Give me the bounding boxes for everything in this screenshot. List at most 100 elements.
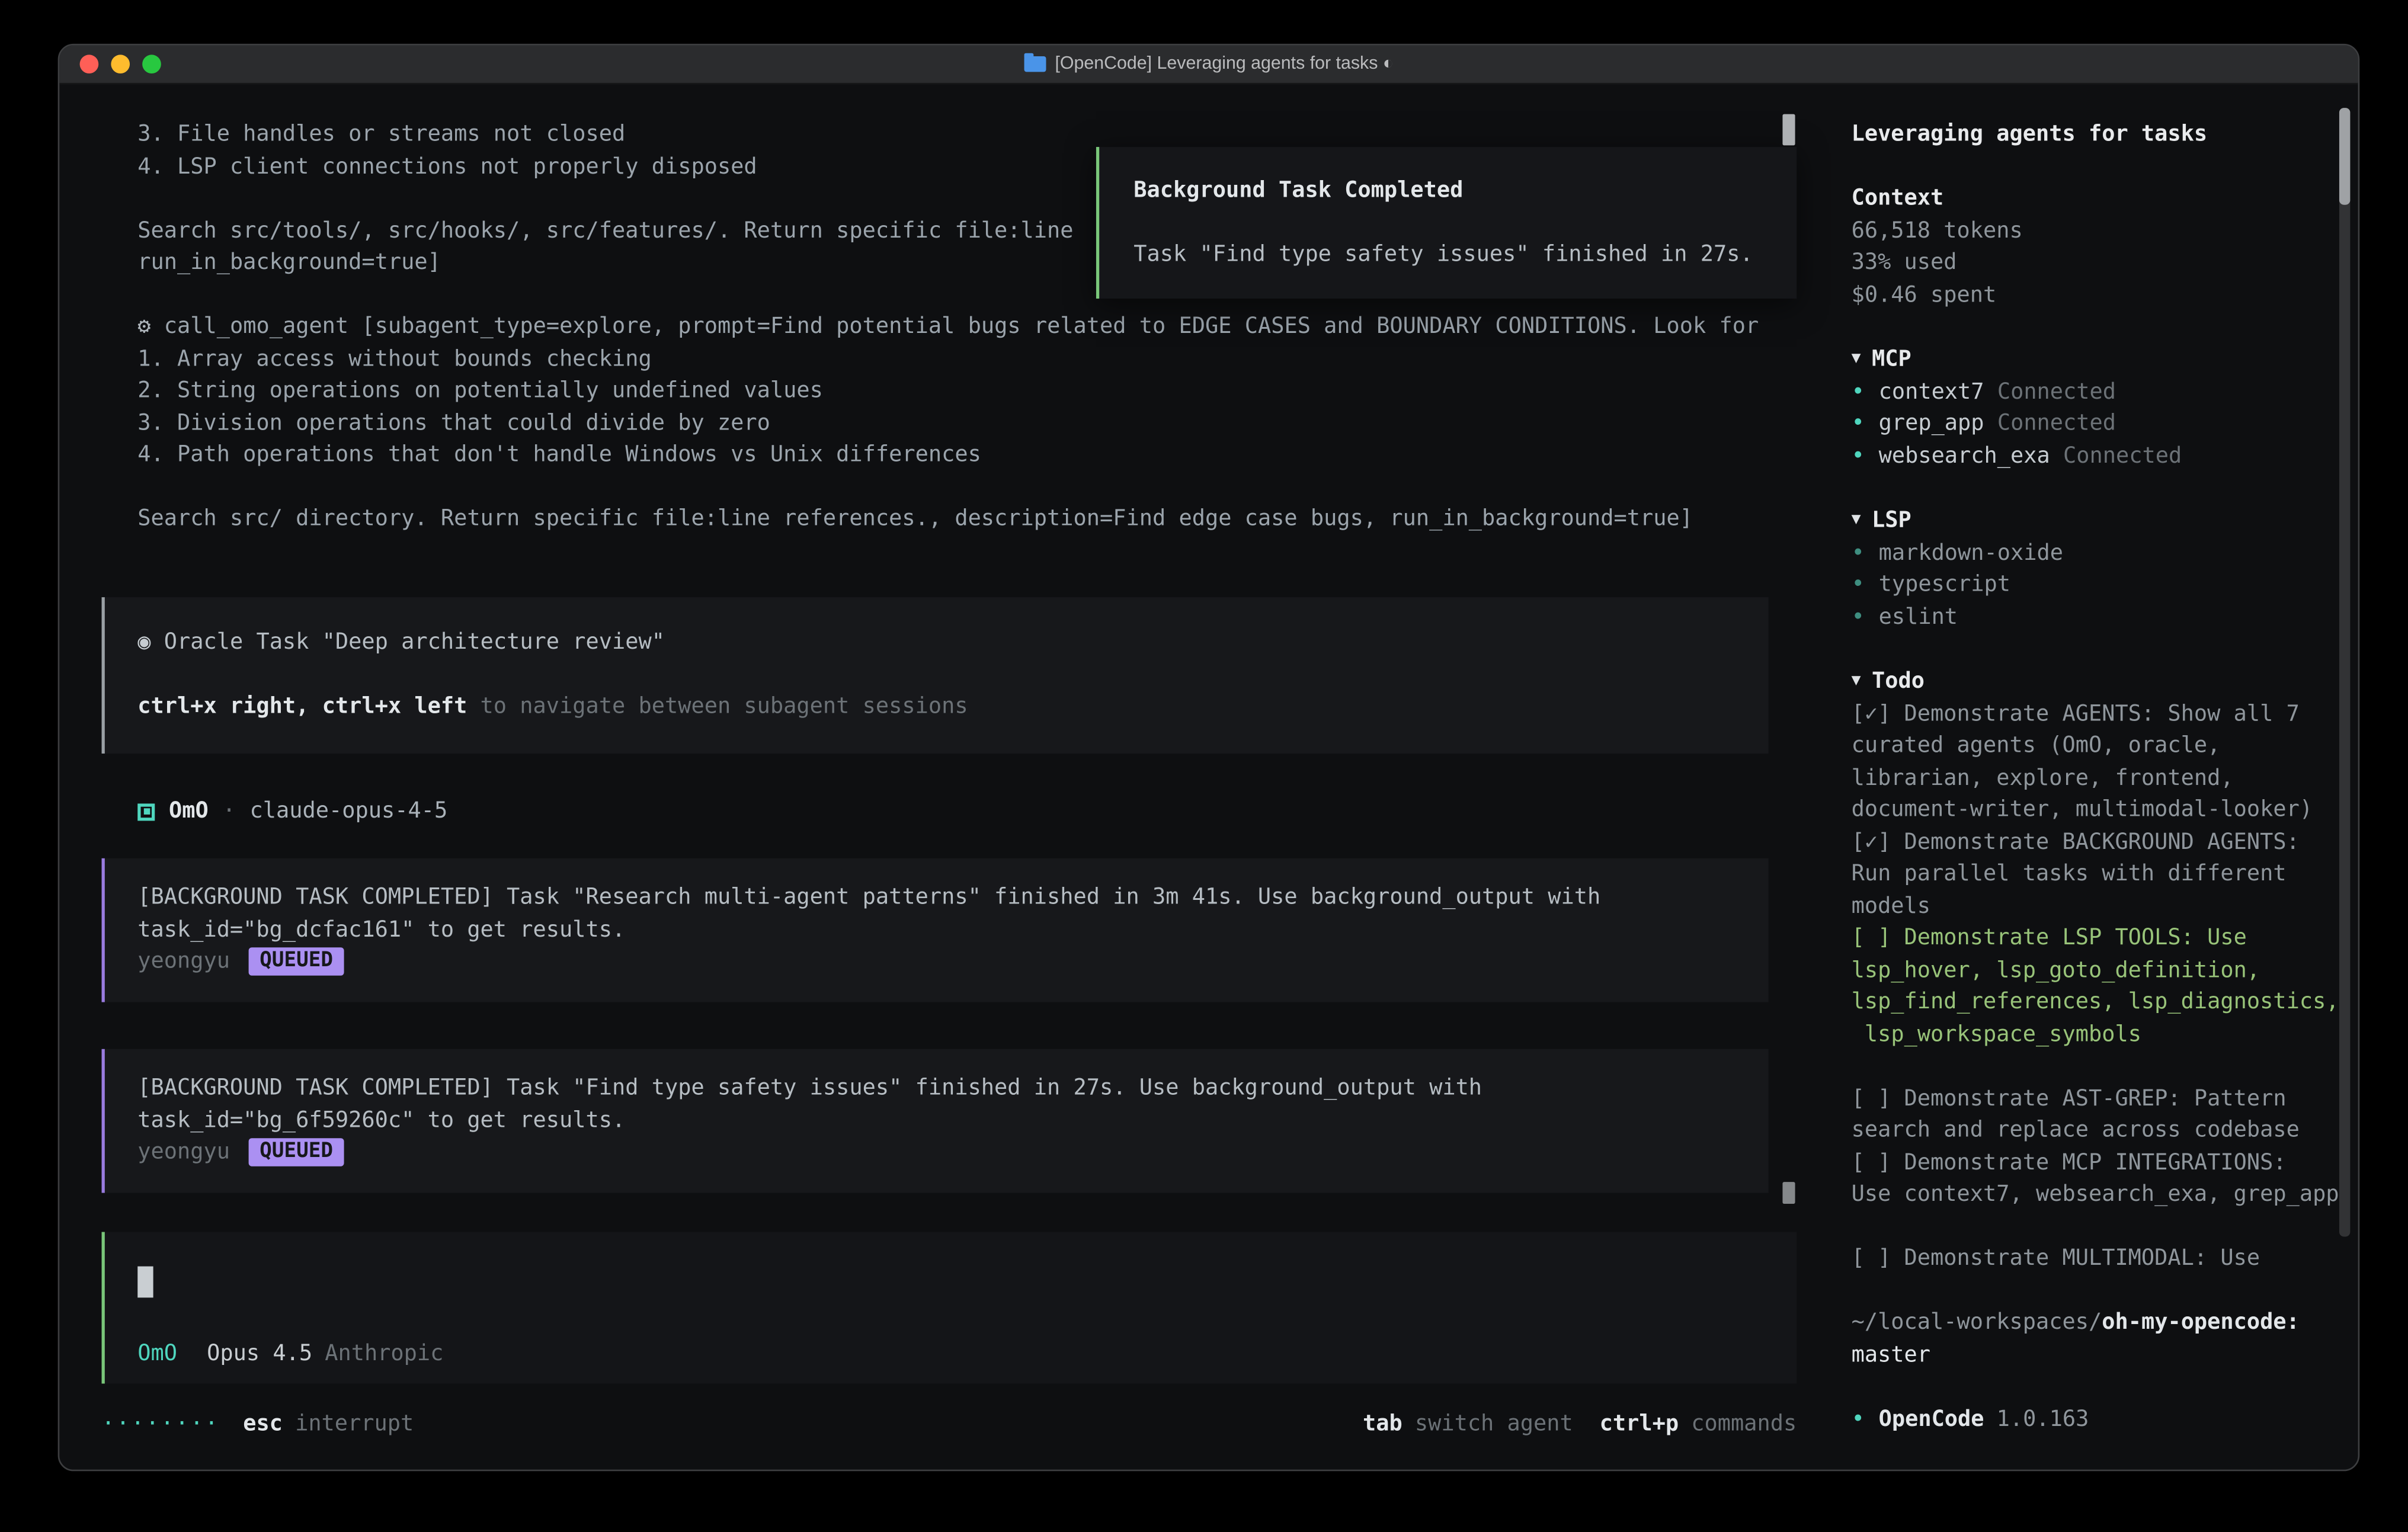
agent-header: OmO · claude-opus-4-5 <box>102 796 1813 828</box>
todo-section-header[interactable]: ▼Todo <box>1852 665 2343 698</box>
commands-key-hint-group: ctrl+p commands <box>1600 1409 1797 1441</box>
esc-key-label: interrupt <box>295 1409 414 1441</box>
input-model-label: Opus 4.5 <box>207 1338 312 1370</box>
activity-dots: ········ <box>102 1409 220 1441</box>
scrollbar-thumb[interactable] <box>1782 1182 1795 1204</box>
oracle-icon: ◉ <box>137 630 150 655</box>
context-heading: Context <box>1852 183 2343 215</box>
screen: [OpenCode] Leveraging agents for tasks ◐… <box>0 0 2408 1532</box>
agent-icon <box>137 803 155 821</box>
folder-icon <box>1024 56 1046 72</box>
message-text: [BACKGROUND TASK COMPLETED] Task "Resear… <box>137 882 1768 946</box>
app-version: 1.0.163 <box>1997 1406 2089 1431</box>
notification-body: Task "Find type safety issues" finished … <box>1133 239 1797 271</box>
bullet-icon: • <box>1852 1406 1865 1431</box>
bullet-icon: • <box>1852 572 1865 597</box>
tab-key-hint: tab <box>1363 1412 1402 1437</box>
todo-item: [ ] Demonstrate MULTIMODAL: Use <box>1852 1243 2343 1275</box>
todo-section: ▼Todo [✓] Demonstrate AGENTS: Show all 7… <box>1852 665 2343 1275</box>
input-agent-label: OmO <box>137 1338 177 1370</box>
window-body: 3. File handles or streams not closed 4.… <box>59 85 2358 1470</box>
gear-icon: ⚙ <box>137 314 150 339</box>
separator-dot: · <box>223 796 236 828</box>
context-tokens: 66,518 tokens <box>1852 215 2343 247</box>
mcp-item: •websearch_exa Connected <box>1852 440 2343 472</box>
shortcut-hint-text: to navigate between subagent sessions <box>467 694 968 719</box>
lsp-item: •markdown-oxide <box>1852 537 2343 569</box>
tab-key-label: switch agent <box>1415 1412 1573 1437</box>
lsp-section-header[interactable]: ▼LSP <box>1852 504 2343 537</box>
titlebar: [OpenCode] Leveraging agents for tasks ◐ <box>59 46 2358 85</box>
context-section: Context 66,518 tokens 33% used $0.46 spe… <box>1852 183 2343 311</box>
sidebar-footer: • OpenCode 1.0.163 <box>1852 1403 2343 1435</box>
app-name: OpenCode <box>1879 1406 1984 1431</box>
status-badge: QUEUED <box>249 948 344 976</box>
terminal-window: [OpenCode] Leveraging agents for tasks ◐… <box>58 44 2360 1471</box>
message-author: yeongyu <box>137 1137 230 1169</box>
log-line: 2. String operations on potentially unde… <box>102 375 1813 407</box>
text-cursor <box>137 1265 153 1297</box>
git-branch: master <box>1852 1339 2343 1371</box>
lsp-item: •eslint <box>1852 601 2343 633</box>
status-left: ········ esc interrupt <box>102 1409 414 1441</box>
status-bar: ········ esc interrupt tab switch agent c… <box>102 1409 1797 1441</box>
chevron-down-icon: ▼ <box>1852 511 1861 528</box>
window-title: [OpenCode] Leveraging agents for tasks ◐ <box>59 44 2358 84</box>
bullet-icon: • <box>1852 540 1865 565</box>
status-right: tab switch agent ctrl+p commands <box>1336 1409 1797 1441</box>
prompt-input[interactable]: OmO Opus 4.5 Anthropic <box>102 1231 1797 1383</box>
oracle-task-panel[interactable]: ◉ Oracle Task "Deep architecture review"… <box>102 597 1769 754</box>
log-line: 3. Division operations that could divide… <box>102 407 1813 439</box>
mcp-item: •grep_app Connected <box>1852 408 2343 440</box>
shortcut-keys: ctrl+x right, ctrl+x left <box>137 694 467 719</box>
tool-call-text: call_omo_agent [subagent_type=explore, p… <box>164 314 1759 339</box>
todo-item: [✓] Demonstrate AGENTS: Show all 7 curat… <box>1852 698 2343 826</box>
oracle-hint: ctrl+x right, ctrl+x left to navigate be… <box>137 691 1768 723</box>
scrollbar-thumb[interactable] <box>1782 114 1795 146</box>
context-spent: $0.46 spent <box>1852 279 2343 311</box>
window-title-text: [OpenCode] Leveraging agents for tasks ◐ <box>1055 44 1394 84</box>
todo-item: [ ] Demonstrate AST-GREP: Pattern search… <box>1852 1083 2343 1147</box>
oracle-task-title: ◉ Oracle Task "Deep architecture review" <box>137 627 1768 659</box>
commands-key-label: commands <box>1691 1412 1797 1437</box>
input-meta: OmO Opus 4.5 Anthropic <box>137 1338 1797 1370</box>
log-line: 3. File handles or streams not closed <box>102 119 1813 151</box>
todo-item: [✓] Demonstrate BACKGROUND AGENTS: Run p… <box>1852 826 2343 922</box>
bullet-icon: • <box>1852 604 1865 629</box>
bullet-icon: • <box>1852 379 1865 404</box>
chat-pane: 3. File handles or streams not closed 4.… <box>59 85 1812 1470</box>
tab-key-hint-group: tab switch agent <box>1363 1409 1573 1441</box>
mcp-section: ▼MCP •context7 Connected •grep_app Conne… <box>1852 343 2343 472</box>
input-provider-label: Anthropic <box>325 1338 443 1370</box>
log-line: Search src/ directory. Return specific f… <box>102 504 1813 536</box>
status-badge: QUEUED <box>249 1139 344 1167</box>
commands-key-hint: ctrl+p <box>1600 1412 1679 1437</box>
log-line: 4. Path operations that don't handle Win… <box>102 440 1813 472</box>
session-title: Leveraging agents for tasks <box>1852 119 2343 151</box>
todo-item: [ ] Demonstrate LSP TOOLS: Use lsp_hover… <box>1852 922 2343 1050</box>
notification-title: Background Task Completed <box>1133 175 1797 207</box>
context-used: 33% used <box>1852 247 2343 279</box>
esc-key-hint: esc <box>243 1409 283 1441</box>
bullet-icon: • <box>1852 411 1865 436</box>
agent-model: claude-opus-4-5 <box>250 796 448 828</box>
message-meta: yeongyu QUEUED <box>137 1137 1768 1169</box>
sidebar: Leveraging agents for tasks Context 66,5… <box>1813 85 2358 1470</box>
log-line: 1. Array access without bounds checking <box>102 343 1813 375</box>
message-text: [BACKGROUND TASK COMPLETED] Task "Find t… <box>137 1072 1768 1136</box>
chevron-down-icon: ▼ <box>1852 672 1861 690</box>
tool-call-line: ⚙ call_omo_agent [subagent_type=explore,… <box>102 311 1813 343</box>
bullet-icon: • <box>1852 443 1865 468</box>
lsp-section: ▼LSP •markdown-oxide •typescript •eslint <box>1852 504 2343 633</box>
message-card: [BACKGROUND TASK COMPLETED] Task "Resear… <box>102 857 1769 1002</box>
message-card: [BACKGROUND TASK COMPLETED] Task "Find t… <box>102 1048 1769 1193</box>
mcp-item: •context7 Connected <box>1852 376 2343 408</box>
mcp-section-header[interactable]: ▼MCP <box>1852 343 2343 376</box>
lsp-item: •typescript <box>1852 569 2343 601</box>
message-author: yeongyu <box>137 946 230 978</box>
workspace-path: ~/local-workspaces/oh-my-opencode: maste… <box>1852 1307 2343 1371</box>
agent-name: OmO <box>169 796 209 828</box>
todo-item: [ ] Demonstrate MCP INTEGRATIONS: Use co… <box>1852 1147 2343 1211</box>
scrollbar-thumb[interactable] <box>2339 108 2350 205</box>
scrollbar-track[interactable] <box>2339 108 2350 1236</box>
